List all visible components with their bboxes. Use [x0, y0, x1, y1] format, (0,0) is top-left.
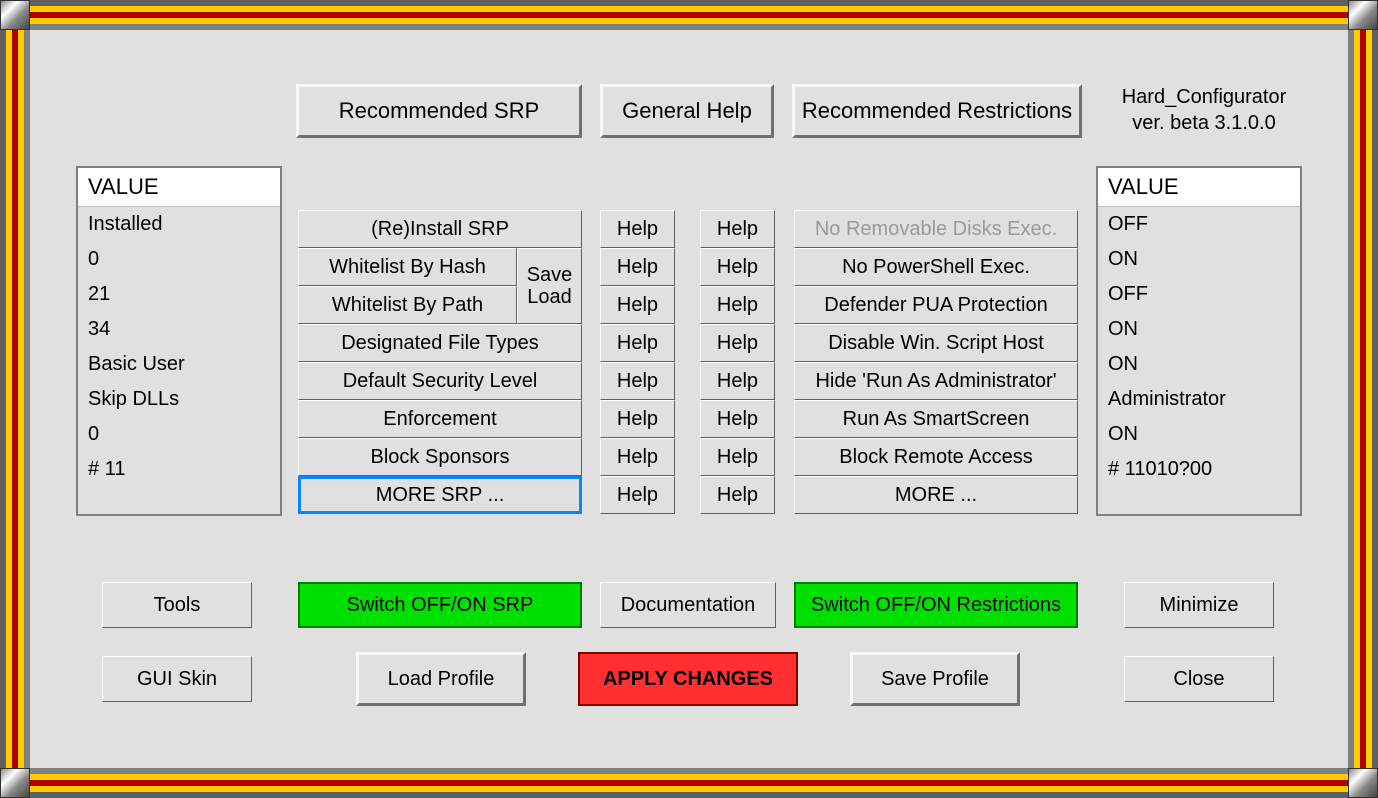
help-restr-2[interactable]: Help — [700, 248, 775, 286]
right-value-header: VALUE — [1098, 168, 1300, 207]
help-srp-2[interactable]: Help — [600, 248, 675, 286]
help-srp-7[interactable]: Help — [600, 438, 675, 476]
whitelist-by-path-button[interactable]: Whitelist By Path — [298, 286, 517, 324]
right-value-list[interactable]: VALUE OFF ON OFF ON ON Administrator ON … — [1096, 166, 1302, 516]
list-item: Basic User — [78, 347, 280, 382]
general-help-button[interactable]: General Help — [600, 84, 774, 138]
help-restr-6[interactable]: Help — [700, 400, 775, 438]
list-item: ON — [1098, 242, 1300, 277]
documentation-button[interactable]: Documentation — [600, 582, 776, 628]
no-removable-disks-button[interactable]: No Removable Disks Exec. — [794, 210, 1078, 248]
help-srp-6[interactable]: Help — [600, 400, 675, 438]
app-title: Hard_Configurator ver. beta 3.1.0.0 — [1104, 84, 1304, 136]
help-restr-1[interactable]: Help — [700, 210, 775, 248]
main-panel: Recommended SRP General Help Recommended… — [30, 30, 1348, 768]
list-item: 21 — [78, 277, 280, 312]
corner-ornament-bl — [0, 768, 30, 798]
corner-ornament-tl — [0, 0, 30, 30]
help-srp-4[interactable]: Help — [600, 324, 675, 362]
list-item: 34 — [78, 312, 280, 347]
run-as-smartscreen-button[interactable]: Run As SmartScreen — [794, 400, 1078, 438]
list-item: # 11 — [78, 452, 280, 487]
recommended-srp-button[interactable]: Recommended SRP — [296, 84, 582, 138]
help-srp-5[interactable]: Help — [600, 362, 675, 400]
left-value-header: VALUE — [78, 168, 280, 207]
more-srp-button[interactable]: MORE SRP ... — [298, 476, 582, 514]
load-profile-button[interactable]: Load Profile — [356, 652, 526, 706]
list-item: Administrator — [1098, 382, 1300, 417]
reinstall-srp-button[interactable]: (Re)Install SRP — [298, 210, 582, 248]
recommended-restrictions-button[interactable]: Recommended Restrictions — [792, 84, 1082, 138]
corner-ornament-tr — [1348, 0, 1378, 30]
list-item: OFF — [1098, 207, 1300, 242]
designated-file-types-button[interactable]: Designated File Types — [298, 324, 582, 362]
list-item: Installed — [78, 207, 280, 242]
gui-skin-button[interactable]: GUI Skin — [102, 656, 252, 702]
hide-run-as-admin-button[interactable]: Hide 'Run As Administrator' — [794, 362, 1078, 400]
no-powershell-exec-button[interactable]: No PowerShell Exec. — [794, 248, 1078, 286]
app-title-line1: Hard_Configurator — [1104, 84, 1304, 110]
switch-srp-button[interactable]: Switch OFF/ON SRP — [298, 582, 582, 628]
apply-changes-button[interactable]: APPLY CHANGES — [578, 652, 798, 706]
list-item: Skip DLLs — [78, 382, 280, 417]
block-sponsors-button[interactable]: Block Sponsors — [298, 438, 582, 476]
save-load-line1: Save — [527, 264, 573, 286]
help-restr-7[interactable]: Help — [700, 438, 775, 476]
default-security-level-button[interactable]: Default Security Level — [298, 362, 582, 400]
help-restr-8[interactable]: Help — [700, 476, 775, 514]
help-restr-4[interactable]: Help — [700, 324, 775, 362]
list-item: OFF — [1098, 277, 1300, 312]
defender-pua-button[interactable]: Defender PUA Protection — [794, 286, 1078, 324]
help-srp-8[interactable]: Help — [600, 476, 675, 514]
disable-script-host-button[interactable]: Disable Win. Script Host — [794, 324, 1078, 362]
whitelist-by-hash-button[interactable]: Whitelist By Hash — [298, 248, 517, 286]
block-remote-access-button[interactable]: Block Remote Access — [794, 438, 1078, 476]
close-button[interactable]: Close — [1124, 656, 1274, 702]
enforcement-button[interactable]: Enforcement — [298, 400, 582, 438]
help-restr-3[interactable]: Help — [700, 286, 775, 324]
list-item: ON — [1098, 347, 1300, 382]
save-load-line2: Load — [527, 286, 572, 308]
list-item: # 11010?00 — [1098, 452, 1300, 487]
save-load-button[interactable]: Save Load — [517, 248, 582, 324]
left-value-list[interactable]: VALUE Installed 0 21 34 Basic User Skip … — [76, 166, 282, 516]
help-restr-5[interactable]: Help — [700, 362, 775, 400]
help-srp-3[interactable]: Help — [600, 286, 675, 324]
corner-ornament-br — [1348, 768, 1378, 798]
more-restrictions-button[interactable]: MORE ... — [794, 476, 1078, 514]
list-item: 0 — [78, 242, 280, 277]
switch-restrictions-button[interactable]: Switch OFF/ON Restrictions — [794, 582, 1078, 628]
list-item: ON — [1098, 417, 1300, 452]
help-srp-1[interactable]: Help — [600, 210, 675, 248]
app-title-line2: ver. beta 3.1.0.0 — [1104, 110, 1304, 136]
tools-button[interactable]: Tools — [102, 582, 252, 628]
list-item: ON — [1098, 312, 1300, 347]
save-profile-button[interactable]: Save Profile — [850, 652, 1020, 706]
minimize-button[interactable]: Minimize — [1124, 582, 1274, 628]
list-item: 0 — [78, 417, 280, 452]
